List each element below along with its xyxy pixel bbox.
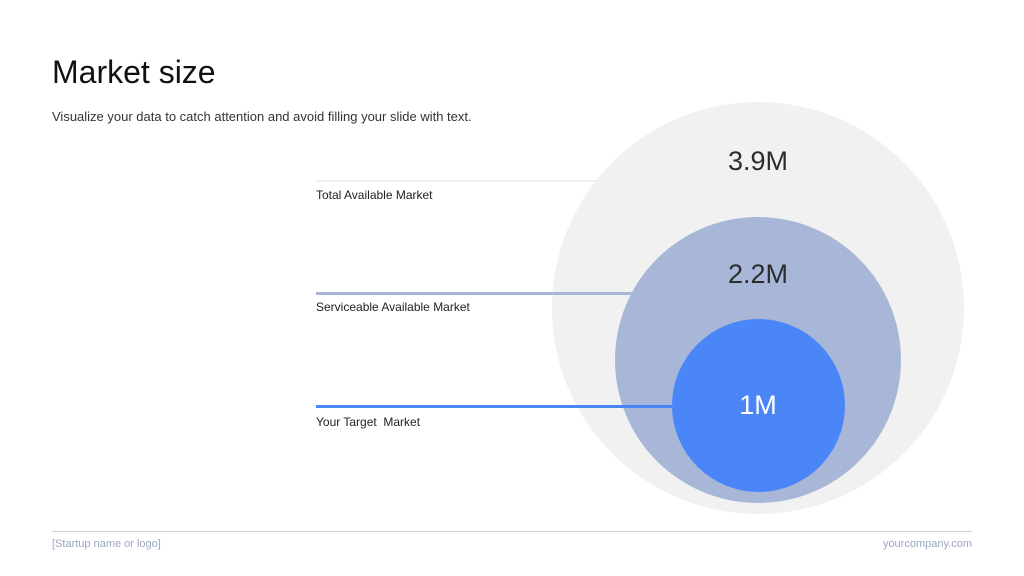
footer-startup-name: [Startup name or logo] [52,538,161,550]
total-market-label: Total Available Market [316,188,433,202]
slide-title: Market size [52,54,216,90]
total-market-value: 3.9M [727,146,789,176]
market-size-slide: Market size Visualize your data to catch… [0,0,1024,576]
total-market-connector [316,180,598,182]
serviceable-market-connector [316,292,632,295]
footer-divider [52,531,972,532]
target-market-value: 1M [739,390,777,420]
serviceable-market-label: Serviceable Available Market [316,300,470,314]
target-market-connector [316,405,676,408]
target-market-label: Your Target Market [316,415,421,429]
slide-subtitle: Visualize your data to catch attention a… [52,109,472,124]
footer-company-url: yourcompany.com [882,538,972,550]
serviceable-market-value: 2.2M [727,259,789,289]
